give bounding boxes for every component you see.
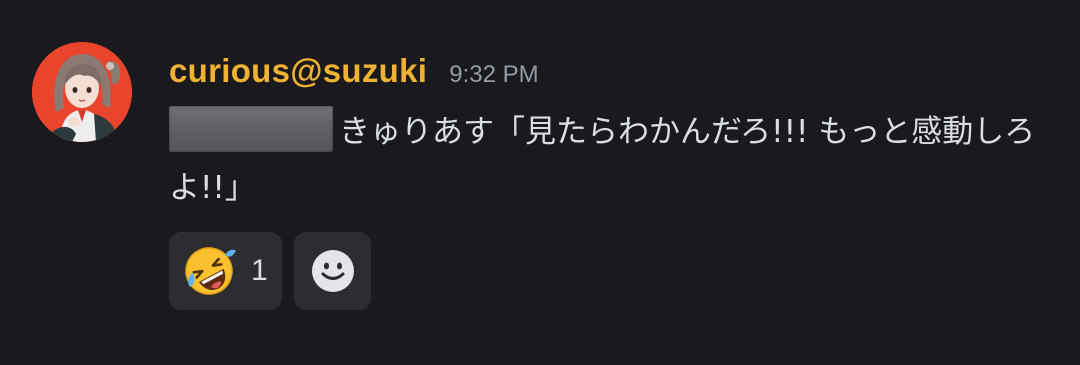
rolling-on-floor-laughing-emoji-icon <box>185 247 236 295</box>
add-reaction-button[interactable] <box>294 232 371 310</box>
anime-girl-avatar-icon <box>32 42 132 142</box>
redacted-mention <box>169 106 333 152</box>
author-avatar[interactable] <box>32 42 132 142</box>
message-header: curious@suzuki 9:32 PM <box>169 52 539 96</box>
message-body: きゅりあす「見たらわかんだろ!!! もっと感動しろよ!!」 <box>169 104 1049 216</box>
author-username[interactable]: curious@suzuki <box>169 52 427 90</box>
reactions-bar: 1 <box>169 232 371 310</box>
message-timestamp[interactable]: 9:32 PM <box>449 61 538 89</box>
reaction-count: 1 <box>251 254 268 287</box>
reaction-laughing[interactable]: 1 <box>169 232 282 310</box>
smiley-icon <box>311 250 354 292</box>
